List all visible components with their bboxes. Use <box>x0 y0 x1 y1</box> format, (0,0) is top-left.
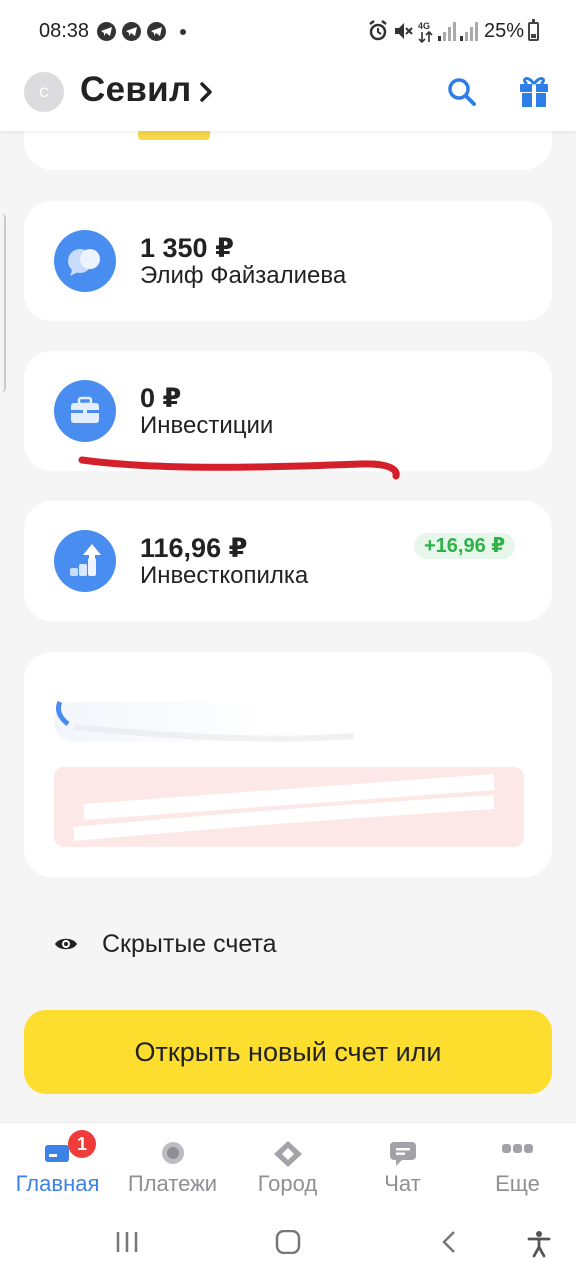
signal-icon <box>438 22 456 41</box>
nav-label: Еще <box>495 1171 540 1196</box>
nav-label: Платежи <box>127 1171 218 1196</box>
account-card[interactable]: 116,96 ₽ Инвесткопилка +16,96 ₽ <box>24 501 552 621</box>
growth-chart-icon <box>54 530 116 592</box>
hidden-accounts-label: Скрытые счета <box>102 930 277 958</box>
circle-icon <box>161 1142 184 1164</box>
chat-bubbles-icon <box>54 230 116 292</box>
mute-icon <box>395 23 413 39</box>
account-card[interactable]: 1 350 ₽ Элиф Файзалиева <box>24 201 552 321</box>
nav-city[interactable]: Город <box>230 1123 345 1207</box>
profit-badge: +16,96 ₽ <box>414 533 516 559</box>
search-icon[interactable] <box>446 76 478 108</box>
open-new-account-button[interactable]: Открыть новый счет или <box>24 1010 552 1094</box>
chevron-right-icon[interactable] <box>199 80 213 104</box>
chat-icon <box>389 1142 416 1166</box>
more-dots-icon <box>501 1144 533 1153</box>
status-bar: 08:38 4G 25% <box>0 0 576 64</box>
account-amount: 1 350 ₽ <box>140 233 234 263</box>
account-card[interactable]: 0 ₽ Инвестиции <box>24 351 552 471</box>
eye-icon <box>55 938 77 950</box>
nav-label: Город <box>257 1171 318 1196</box>
nav-label: Чат <box>384 1171 421 1196</box>
redaction-scribble <box>55 700 495 841</box>
account-amount: 116,96 ₽ <box>140 533 248 563</box>
profile-name[interactable]: Севил <box>80 70 192 110</box>
account-name: Инвесткопилка <box>140 562 309 589</box>
telegram-icon <box>147 22 166 41</box>
edge-panel-handle[interactable] <box>0 214 6 392</box>
network-4g-icon: 4G <box>418 21 433 44</box>
nav-payments[interactable]: Платежи <box>115 1123 230 1207</box>
alarm-icon <box>369 20 387 41</box>
battery-percent: 25% <box>484 20 525 42</box>
battery-icon <box>528 19 539 41</box>
gift-icon[interactable] <box>517 74 551 108</box>
telegram-icon <box>122 22 141 41</box>
notification-badge: 1 <box>68 1130 96 1158</box>
account-name: Инвестиции <box>140 412 274 439</box>
signal-icon-2 <box>460 22 478 41</box>
nav-label: Главная <box>15 1171 100 1196</box>
avatar[interactable]: С <box>24 72 64 112</box>
nav-chat[interactable]: Чат <box>345 1123 460 1207</box>
recent-apps-icon[interactable] <box>114 1230 140 1254</box>
accessibility-icon[interactable] <box>526 1230 552 1258</box>
account-amount: 0 ₽ <box>140 383 182 413</box>
back-icon[interactable] <box>439 1230 459 1254</box>
nav-home[interactable]: 1 Главная <box>0 1123 115 1207</box>
telegram-icon <box>97 22 116 41</box>
redacted-card[interactable] <box>24 652 552 877</box>
system-navigation-bar <box>0 1206 576 1280</box>
svg-text:4G: 4G <box>418 21 430 31</box>
briefcase-icon <box>54 380 116 442</box>
account-name: Элиф Файзалиева <box>140 262 347 289</box>
home-icon[interactable] <box>275 1230 301 1254</box>
app-header: С Севил <box>0 64 576 131</box>
more-notifications-dot <box>180 29 186 35</box>
bottom-navigation: 1 Главная Платежи Город Чат Еще <box>0 1122 576 1206</box>
nav-more[interactable]: Еще <box>460 1123 575 1207</box>
city-diamond-icon <box>273 1141 302 1167</box>
status-time: 08:38 <box>39 20 90 42</box>
